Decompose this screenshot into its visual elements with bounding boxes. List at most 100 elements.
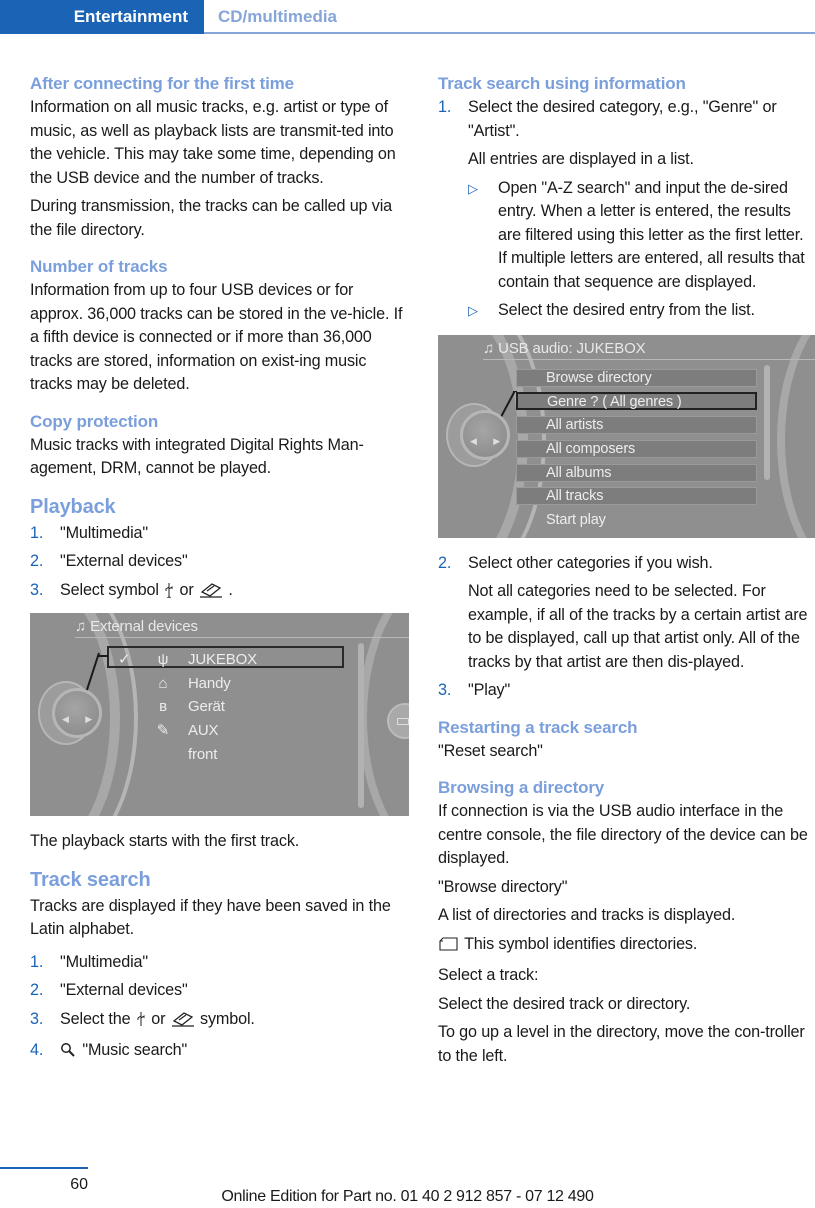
paragraph: To go up a level in the directory, move … — [438, 1023, 805, 1065]
mobile-phone-icon — [170, 1011, 196, 1035]
arrow-right-icon: ▶ — [85, 714, 92, 724]
usb-icon: ψ — [157, 651, 169, 668]
bullet-text: Select the desired entry from the list. — [498, 301, 755, 319]
footer-divider — [0, 1167, 88, 1169]
section-title: Entertainment — [73, 7, 188, 26]
step-text: "External devices" — [60, 981, 188, 999]
paragraph: If connection is via the USB audio inter… — [438, 802, 808, 867]
paragraph: During transmission, the tracks can be c… — [30, 197, 392, 239]
list-item: 2. "External devices" — [30, 550, 410, 574]
menu-item-all-albums[interactable]: All albums — [516, 463, 757, 482]
list-item: 3. Select symbol or . — [30, 579, 410, 606]
step-number: 2. — [30, 981, 44, 999]
list-item: 4. "Music search" — [30, 1039, 410, 1066]
step-text: Select the — [60, 1009, 131, 1028]
step-text: or — [151, 1009, 166, 1028]
heading-track-search-info: Track search using information — [438, 74, 686, 93]
menu-item-browse-directory[interactable]: Browse directory — [516, 368, 757, 387]
arrow-right-icon: ▶ — [493, 435, 500, 446]
paragraph: A list of directories and tracks is disp… — [438, 906, 736, 924]
step-text: "Multimedia" — [60, 952, 148, 971]
usb-icon — [135, 1011, 147, 1035]
mobile-phone-icon — [198, 582, 224, 606]
step-number: 2. — [30, 552, 44, 570]
check-icon: ✓ — [118, 651, 131, 668]
menu-item-genre[interactable]: Genre ? ( All genres ) — [516, 391, 757, 410]
step-text: Select other categories if you wish. — [468, 553, 713, 572]
screen-usb-audio: ♫ USB audio: JUKEBOX Browse directory Ge… — [438, 334, 815, 538]
triangle-bullet-icon: ▷ — [468, 180, 478, 196]
subsection-title: CD/multimedia — [218, 7, 338, 26]
step-number: 3. — [30, 580, 44, 599]
music-menu-icon: ♫ — [483, 339, 495, 357]
paragraph: Information on all music tracks, e.g. ar… — [30, 98, 396, 187]
usb-icon — [163, 582, 175, 606]
menu-item-all-artists[interactable]: All artists — [516, 415, 757, 434]
left-column: After connecting for the first time Info… — [30, 72, 410, 1071]
step-text: "Multimedia" — [60, 523, 148, 542]
arrow-left-icon: ◀ — [470, 435, 477, 446]
list-item: 2. Select other categories if you wish. — [438, 552, 815, 576]
section-tab: Entertainment — [0, 0, 204, 34]
step-note: Not all categories need to be selected. … — [468, 582, 808, 671]
header-divider — [204, 32, 815, 34]
controller-knob: ◀ ▶ — [460, 409, 510, 460]
paragraph: "Browse directory" — [438, 877, 568, 896]
step-text: symbol. — [200, 1009, 255, 1028]
heading-browsing-directory: Browsing a directory — [438, 778, 605, 797]
paragraph: Select the desired track or directory. — [438, 994, 691, 1013]
step-text: "External devices" — [60, 552, 188, 570]
step-text: "Music search" — [82, 1041, 188, 1059]
step-number: 4. — [30, 1041, 44, 1059]
heading-playback: Playback — [30, 495, 116, 518]
list-item: 1. Select the desired category, e.g., "G… — [438, 96, 815, 143]
menu-item-start-play[interactable]: Start play — [516, 511, 757, 529]
controller-knob: ◀ ▶ — [52, 688, 102, 738]
bluetooth-icon: ʙ — [159, 698, 167, 715]
bullet-item: ▷ Select the desired entry from the list… — [438, 299, 815, 323]
step-text: or — [179, 580, 194, 599]
arrow-left-icon: ◀ — [62, 714, 69, 724]
paragraph: Tracks are displayed if they have been s… — [30, 896, 391, 939]
list-item: 1. "Multimedia" — [30, 522, 410, 546]
menu-item-all-composers[interactable]: All composers — [516, 439, 757, 458]
step-text: . — [228, 580, 233, 599]
triangle-bullet-icon: ▷ — [468, 303, 478, 318]
step-number: 3. — [30, 1009, 44, 1028]
menu-item-all-tracks[interactable]: All tracks — [516, 486, 757, 505]
list-item: 1. "Multimedia" — [30, 951, 410, 975]
step-number: 3. — [438, 681, 452, 699]
screen-title: ♫ External devices — [75, 618, 198, 635]
mobile-phone-icon: ⌂ — [158, 675, 168, 692]
step-number: 2. — [438, 553, 452, 572]
paragraph: "Reset search" — [438, 741, 543, 760]
step-number: 1. — [30, 523, 44, 542]
search-icon — [60, 1042, 78, 1066]
bullet-text: Open "A-Z search" and input the de-sired… — [498, 178, 805, 291]
folder-icon — [438, 936, 460, 960]
paragraph: The playback starts with the first track… — [30, 832, 300, 850]
paragraph: Music tracks with integrated Digital Rig… — [30, 435, 364, 478]
heading-after-connecting: After connecting for the first time — [30, 74, 294, 93]
list-item: 3. Select the or symbol. — [30, 1008, 410, 1035]
step-number: 1. — [30, 952, 44, 971]
music-menu-icon: ♫ — [75, 618, 87, 635]
step-text: Select the desired category, e.g., "Genr… — [468, 98, 777, 140]
paragraph: This symbol identifies directories. — [438, 933, 815, 960]
edition-note: Online Edition for Part no. 01 40 2 912 … — [221, 1188, 594, 1205]
step-number: 1. — [438, 98, 452, 116]
aux-plug-icon: ✎ — [156, 722, 170, 739]
heading-copy-protection: Copy protection — [30, 411, 159, 431]
step-text: Select symbol — [60, 580, 159, 599]
heading-track-search: Track search — [30, 868, 151, 891]
heading-number-of-tracks: Number of tracks — [30, 257, 168, 276]
paragraph: Select a track: — [438, 966, 539, 984]
bullet-item: ▷ Open "A-Z search" and input the de-sir… — [438, 177, 815, 295]
scrollbar — [358, 643, 364, 808]
screen-external-devices: ♫ External devices ✓ ψ JUKEBOX ⌂ Handy ʙ… — [30, 613, 409, 816]
paragraph: Information from up to four USB devices … — [30, 281, 403, 393]
list-item: 3. "Play" — [438, 679, 815, 703]
screen-title: ♫ USB audio: JUKEBOX — [483, 339, 646, 357]
right-column: Track search using information 1. Select… — [438, 72, 815, 1073]
scrollbar[interactable] — [764, 364, 770, 480]
